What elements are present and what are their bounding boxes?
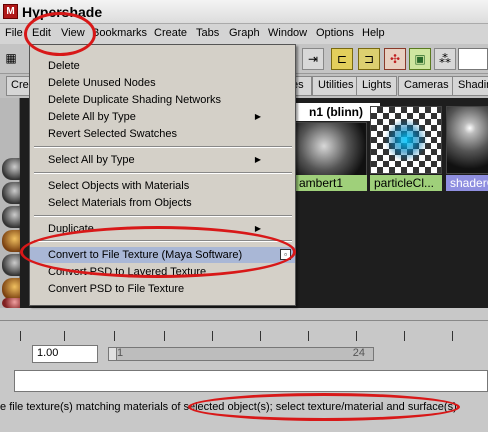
menu-file[interactable]: File (5, 27, 23, 39)
edit-menu-dropdown: Delete Delete Unused Nodes Delete Duplic… (29, 44, 296, 306)
timeline-tick (212, 331, 213, 341)
menu-item-revert-selected-swatches[interactable]: Revert Selected Swatches (30, 126, 295, 142)
menu-item-label: Select All by Type (48, 154, 135, 166)
timeline-tick (114, 331, 115, 341)
menu-edit[interactable]: Edit (32, 27, 51, 39)
title-bar: M Hypershade (0, 0, 488, 24)
menu-item-label: Select Objects with Materials (48, 180, 190, 192)
material-ball-icon[interactable] (2, 278, 20, 300)
create-bar-panel (0, 98, 20, 308)
timeline-tick (308, 331, 309, 341)
menu-item-convert-to-file-texture[interactable]: Convert to File Texture (Maya Software) ▫ (30, 247, 295, 263)
swatch-label: shaderGl... (446, 175, 488, 191)
graph-clear-icon[interactable]: ⁂ (434, 48, 456, 70)
material-ball-icon[interactable] (2, 182, 20, 204)
timeline-tick (164, 331, 165, 341)
menu-create[interactable]: Create (154, 27, 187, 39)
timeline-tick (452, 331, 453, 341)
menu-item-label: Convert PSD to File Texture (48, 283, 185, 295)
menu-item-label: Convert PSD to Layered Texture (48, 266, 207, 278)
range-end-label: 24 (352, 347, 365, 359)
window-title: Hypershade (22, 4, 103, 20)
tab-lights[interactable]: Lights (356, 76, 398, 96)
menu-bar: File Edit View Bookmarks Create Tabs Gra… (0, 24, 488, 44)
menu-item-label: Duplicate (48, 223, 94, 235)
menu-item-label: Delete Unused Nodes (48, 77, 156, 89)
tab-utilities[interactable]: Utilities (312, 76, 360, 96)
submenu-arrow-icon: ▶ (254, 155, 261, 164)
option-box-icon[interactable]: ▫ (280, 249, 291, 260)
menu-item-delete-all-by-type[interactable]: Delete All by Type ▶ (30, 109, 295, 125)
menu-separator (34, 146, 292, 148)
material-ball-icon[interactable] (2, 206, 20, 228)
help-line: te file texture(s) matching materials of… (0, 398, 488, 418)
menu-graph[interactable]: Graph (229, 27, 260, 39)
material-ball-icon[interactable] (2, 158, 20, 180)
checker-icon[interactable]: ▦ (2, 48, 20, 70)
search-field[interactable] (458, 48, 488, 70)
graph-input-icon[interactable]: ⊏ (331, 48, 353, 70)
swatch-label: particleCl... (370, 175, 442, 191)
start-time-field[interactable]: 1.00 (32, 345, 98, 363)
timeline-tick (356, 331, 357, 341)
range-slider-row: 1.00 1 24 (0, 342, 488, 366)
material-ball-icon[interactable] (2, 254, 20, 276)
material-ball-icon[interactable] (2, 230, 20, 252)
menu-item-convert-psd-to-file[interactable]: Convert PSD to File Texture (30, 281, 295, 297)
menu-item-select-all-by-type[interactable]: Select All by Type ▶ (30, 152, 295, 168)
range-start-label: 1 (117, 347, 124, 359)
material-ball-icon[interactable] (2, 298, 20, 308)
menu-tabs[interactable]: Tabs (196, 27, 219, 39)
menu-bookmarks[interactable]: Bookmarks (92, 27, 147, 39)
graph-network-icon[interactable]: ✣ (384, 48, 406, 70)
time-slider[interactable] (0, 320, 488, 341)
command-line[interactable] (14, 370, 488, 392)
tab-cameras[interactable]: Cameras (398, 76, 455, 96)
timeline-tick (20, 331, 21, 341)
material-swatch-shader[interactable] (446, 106, 488, 174)
timeline-tick (404, 331, 405, 341)
menu-item-label: Delete Duplicate Shading Networks (48, 94, 222, 106)
tab-create[interactable]: Cre (6, 76, 30, 96)
graph-output-icon[interactable]: ⊐ (358, 48, 380, 70)
timeline-tick (260, 331, 261, 341)
arrow-in-icon[interactable]: ⇥ (302, 48, 324, 70)
menu-item-label: Convert to File Texture (Maya Software) (48, 249, 243, 261)
maya-app-icon[interactable]: M (3, 4, 18, 19)
menu-item-label: Select Materials from Objects (48, 197, 192, 209)
menu-item-select-materials-from-objects[interactable]: Select Materials from Objects (30, 195, 295, 211)
range-slider-handle[interactable] (109, 348, 117, 360)
menu-item-convert-psd-to-layered[interactable]: Convert PSD to Layered Texture (30, 264, 295, 280)
menu-separator (34, 240, 292, 242)
menu-options[interactable]: Options (316, 27, 354, 39)
menu-help[interactable]: Help (362, 27, 385, 39)
menu-item-label: Delete (48, 60, 80, 72)
graph-selected-icon[interactable]: ▣ (409, 48, 431, 70)
swatch-label: ambert1 (295, 175, 367, 191)
menu-separator (34, 215, 292, 217)
menu-item-select-objects-with-materials[interactable]: Select Objects with Materials (30, 178, 295, 194)
menu-item-delete[interactable]: Delete (30, 58, 295, 74)
menu-item-delete-unused-nodes[interactable]: Delete Unused Nodes (30, 75, 295, 91)
material-swatch-particle[interactable] (370, 106, 442, 174)
menu-item-delete-duplicate-networks[interactable]: Delete Duplicate Shading Networks (30, 92, 295, 108)
menu-item-label: Revert Selected Swatches (48, 128, 178, 140)
menu-separator (34, 172, 292, 174)
menu-item-label: Delete All by Type (48, 111, 136, 123)
submenu-arrow-icon: ▶ (254, 112, 261, 121)
menu-window[interactable]: Window (268, 27, 307, 39)
swatch-tooltip: n1 (blinn) (293, 103, 380, 121)
tab-shading[interactable]: Shadin (452, 76, 488, 96)
timeline-tick (64, 331, 65, 341)
range-slider[interactable]: 1 24 (108, 347, 374, 361)
menu-view[interactable]: View (61, 27, 85, 39)
menu-item-duplicate[interactable]: Duplicate ▶ (30, 221, 295, 237)
submenu-arrow-icon: ▶ (254, 224, 261, 233)
